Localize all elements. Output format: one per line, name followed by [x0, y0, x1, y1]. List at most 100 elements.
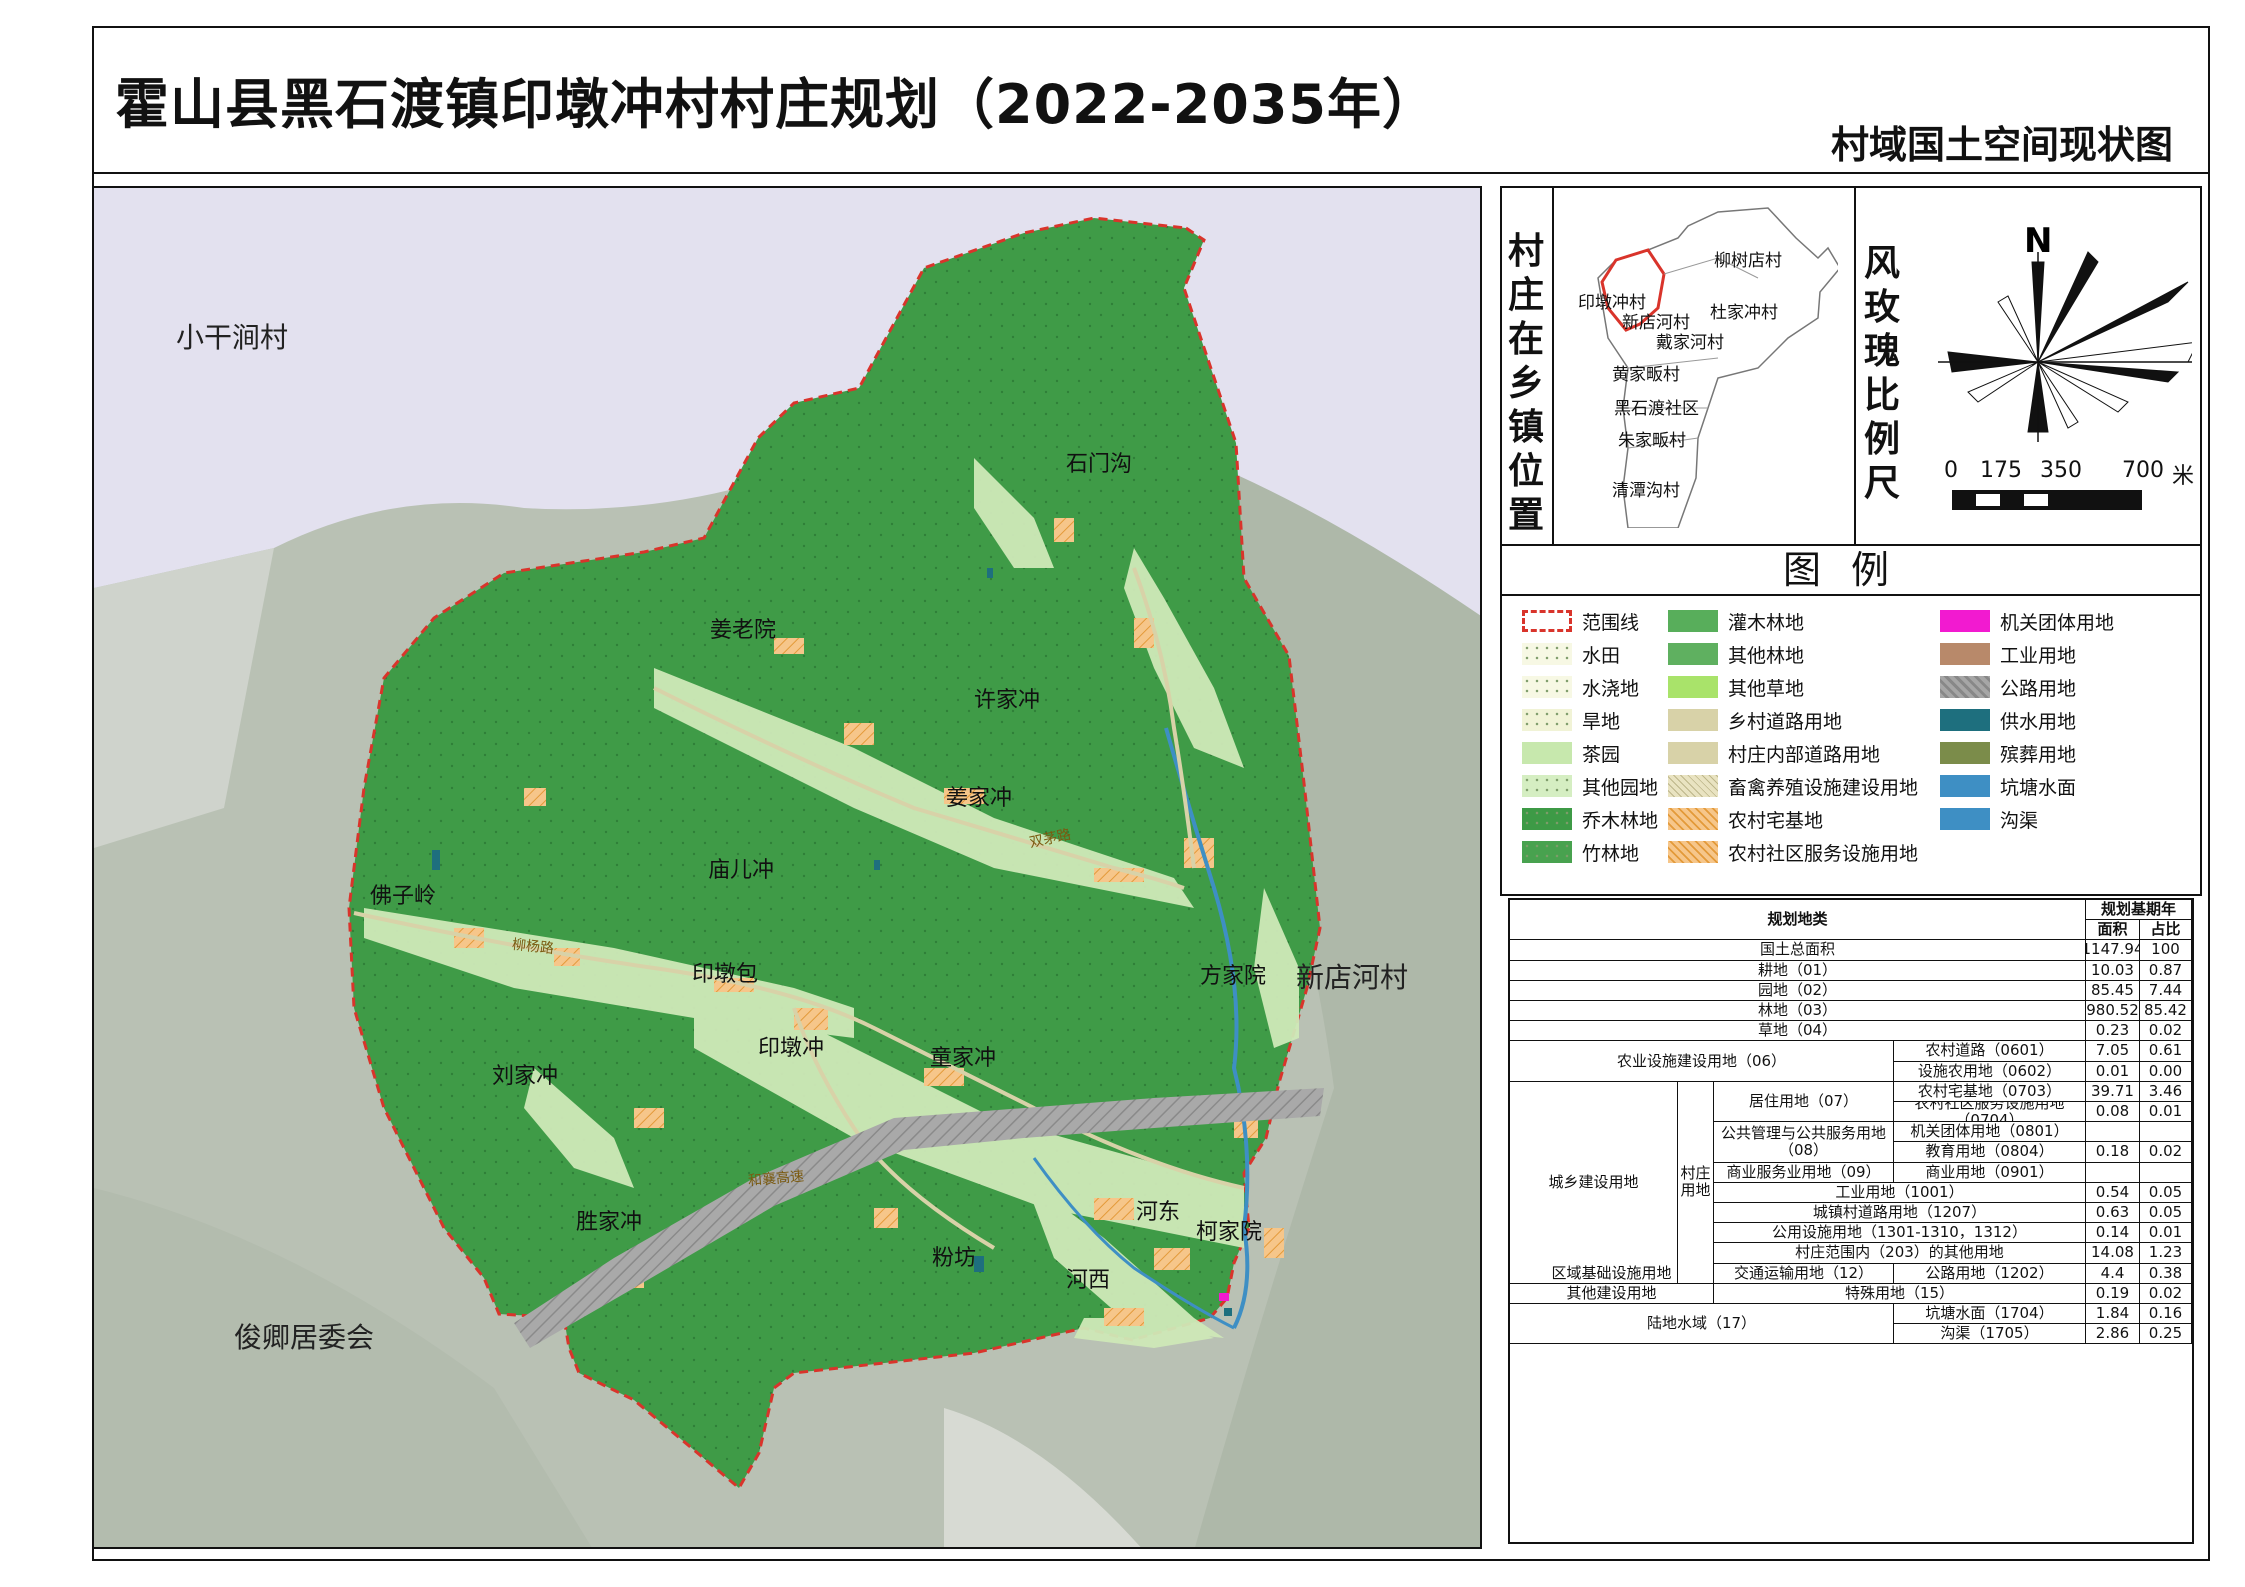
legend-item: 水田: [1522, 641, 1620, 667]
legend-label: 竹林地: [1582, 842, 1640, 865]
legend-label: 乡村道路用地: [1728, 710, 1843, 733]
table-cell: 国土总面积: [1510, 940, 2086, 961]
legend-label: 村庄内部道路用地: [1728, 743, 1881, 766]
table-cell: 0.61: [2140, 1041, 2192, 1062]
table-cell: 林地（03）: [1510, 1001, 2086, 1022]
town-label: 朱家畈村: [1618, 431, 1686, 451]
neighbor-label-xiaoganjian: 小干涧村: [176, 321, 289, 354]
table-cell: 其他建设用地: [1510, 1283, 1714, 1304]
table-cell: 耕地（01）: [1510, 960, 2086, 981]
table-cell: 农村社区服务设施用地（0704）: [1894, 1102, 2086, 1123]
legend-item: 其他林地: [1668, 641, 1804, 667]
legend-item: 工业用地: [1940, 641, 2076, 667]
place-label: 印墩包: [692, 962, 759, 987]
legend-label: 旱地: [1582, 710, 1621, 733]
table-cell: 100: [2140, 940, 2192, 961]
legend-swatch: [1522, 676, 1572, 698]
table-cell: 设施农用地（0602）: [1894, 1061, 2086, 1082]
legend-swatch: [1668, 808, 1718, 830]
scale-tick-label: 350: [2040, 458, 2082, 483]
legend-item: 其他园地: [1522, 773, 1658, 799]
legend-swatch: [1940, 676, 1990, 698]
table-cell: 公用设施用地（1301-1310，1312）: [1714, 1223, 2086, 1244]
compass-caption: 风玫瑰比例尺: [1864, 243, 1901, 504]
legend-label: 工业用地: [2000, 644, 2077, 667]
legend-item: 村庄内部道路用地: [1668, 740, 1880, 766]
table-cell: 居住用地（07）: [1714, 1081, 1894, 1123]
table-cell: 规划基期年: [2086, 900, 2192, 921]
table-cell: 7.05: [2086, 1041, 2140, 1062]
table-cell: [2140, 1162, 2192, 1183]
legend-swatch: [1940, 610, 1990, 632]
legend-swatch: [1668, 676, 1718, 698]
place-label: 方家院: [1200, 964, 1267, 989]
table-cell: 7.44: [2140, 980, 2192, 1001]
legend-label: 供水用地: [2000, 710, 2077, 733]
place-label: 刘家冲: [492, 1064, 559, 1089]
place-label: 河东: [1136, 1200, 1181, 1225]
legend-swatch: [1940, 643, 1990, 665]
table-cell: [2086, 1162, 2140, 1183]
legend-swatch: [1522, 643, 1572, 665]
legend-item: 畜禽养殖设施建设用地: [1668, 773, 1918, 799]
table-cell: 0.19: [2086, 1283, 2140, 1304]
legend-label: 水田: [1582, 644, 1621, 667]
table-cell: 工业用地（1001）: [1714, 1182, 2086, 1203]
table-cell: 城乡建设用地: [1510, 1081, 1678, 1284]
legend-label: 范围线: [1582, 611, 1640, 634]
table-cell: 85.42: [2140, 1001, 2192, 1022]
table-cell: 0.01: [2086, 1061, 2140, 1082]
legend-swatch: [1522, 610, 1572, 632]
table-cell: 85.45: [2086, 980, 2140, 1001]
table-cell: 规划地类: [1510, 900, 2086, 941]
legend-swatch: [1522, 709, 1572, 731]
place-label: 柯家院: [1196, 1220, 1263, 1245]
legend-swatch: [1940, 775, 1990, 797]
table-cell: 城镇村道路用地（1207）: [1714, 1203, 2086, 1224]
place-label: 印墩冲: [758, 1036, 825, 1061]
table-cell: 公共管理与公共服务用地（08）: [1714, 1122, 1894, 1163]
table-cell: [2086, 1122, 2140, 1143]
legend-swatch: [1940, 808, 1990, 830]
place-label: 庙儿冲: [708, 858, 775, 883]
place-label: 童家冲: [930, 1046, 997, 1071]
legend-swatch: [1522, 775, 1572, 797]
place-label: 许家冲: [974, 688, 1041, 713]
location-inset: 村庄在乡镇位置 柳树店村 印墩冲村 新店河村 杜家冲村 戴家河村 黄家畈村 黑石…: [1500, 186, 2202, 546]
legend-swatch: [1522, 808, 1572, 830]
main-map[interactable]: 小干涧村 新店河村 俊卿居委会 石门沟 姜老院 许家冲 姜家冲 庙儿冲 佛子岭 …: [92, 186, 1482, 1549]
table-cell: 0.63: [2086, 1203, 2140, 1224]
table-cell: 0.87: [2140, 960, 2192, 981]
legend-label: 公路用地: [2000, 677, 2077, 700]
legend: 图例 范围线 水田 水浇地 旱地 茶园 其他园地 乔木林地 竹林地 灌木林地 其他林地 其他草地 乡村…: [1500, 546, 2202, 896]
place-label: 河西: [1066, 1268, 1111, 1293]
table-cell: 村庄用地: [1678, 1081, 1714, 1284]
table-cell: 农业设施建设用地（06）: [1510, 1041, 1894, 1082]
table-cell: 0.08: [2086, 1102, 2140, 1123]
town-label: 黄家畈村: [1612, 365, 1680, 385]
legend-label: 其他园地: [1582, 776, 1659, 799]
legend-swatch: [1522, 841, 1572, 863]
legend-label: 农村宅基地: [1728, 809, 1824, 832]
town-label: 戴家河村: [1656, 333, 1724, 353]
table-cell: 14.08: [2086, 1243, 2140, 1264]
wind-rose: N: [1938, 221, 2192, 442]
place-label: 佛子岭: [370, 884, 437, 909]
table-cell: 1.84: [2086, 1304, 2140, 1325]
table-cell: 4.4: [2086, 1263, 2140, 1284]
place-label: 粉坊: [932, 1246, 977, 1271]
table-cell: 0.05: [2140, 1182, 2192, 1203]
legend-label: 坑塘水面: [2000, 776, 2077, 799]
table-cell: 特殊用地（15）: [1714, 1283, 2086, 1304]
legend-label: 其他林地: [1728, 644, 1805, 667]
table-cell: 园地（02）: [1510, 980, 2086, 1001]
table-cell: 陆地水域（17）: [1510, 1304, 1894, 1345]
table-cell: 0.14: [2086, 1223, 2140, 1244]
legend-item: 其他草地: [1668, 674, 1804, 700]
table-cell: 2.86: [2086, 1324, 2140, 1345]
legend-item: 茶园: [1522, 740, 1620, 766]
legend-swatch: [1668, 841, 1718, 863]
page-title: 霍山县黑石渡镇印墩冲村村庄规划（2022-2035年）: [115, 73, 1437, 136]
legend-label: 农村社区服务设施用地: [1728, 842, 1919, 865]
table-cell: 坑塘水面（1704）: [1894, 1304, 2086, 1325]
